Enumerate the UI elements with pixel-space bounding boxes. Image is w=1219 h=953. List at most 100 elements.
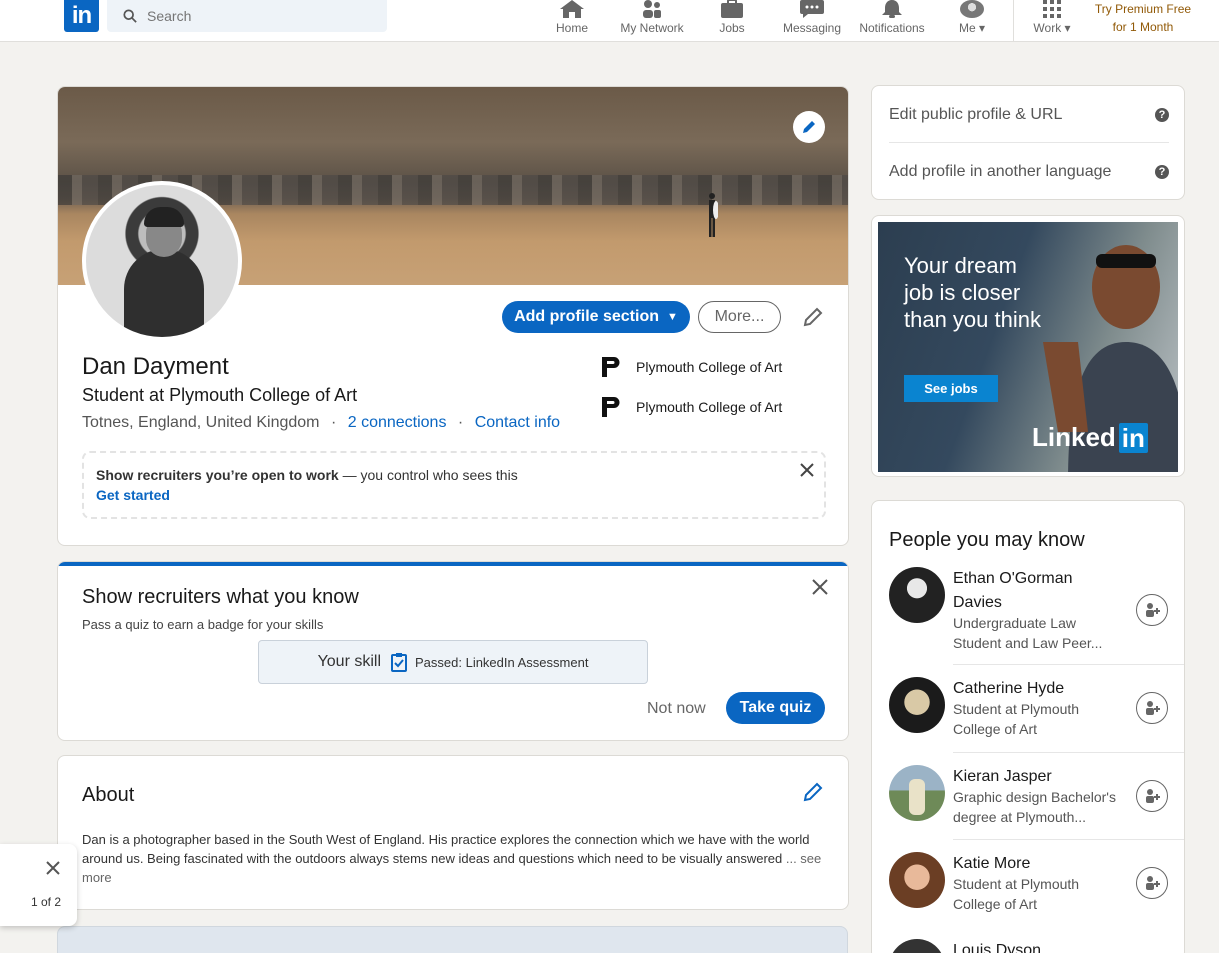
nav-home[interactable]: Home: [552, 0, 592, 42]
nav-messaging[interactable]: Messaging: [780, 0, 844, 42]
school-name: Plymouth College of Art: [636, 359, 782, 375]
about-title: About: [82, 784, 134, 807]
take-quiz-button[interactable]: Take quiz: [726, 692, 825, 724]
more-label: More...: [715, 308, 765, 326]
list-item[interactable]: Katie More Student at Plymouth College o…: [889, 852, 1185, 912]
pencil-icon[interactable]: [802, 781, 824, 803]
nav-my-network[interactable]: My Network: [616, 0, 688, 42]
card-accent-bar: [58, 562, 848, 566]
person-name[interactable]: Katie More: [953, 852, 1123, 876]
linkedin-brand-logo: Linkedin: [1032, 422, 1148, 453]
add-person-icon: [1144, 875, 1160, 891]
close-icon[interactable]: [800, 463, 814, 477]
search-bar[interactable]: [107, 0, 387, 32]
not-now-button[interactable]: Not now: [647, 700, 706, 718]
divider: [889, 142, 1169, 143]
global-nav: in Home My Network Jobs Messaging Notifi…: [0, 0, 1219, 42]
photo-hat: [144, 207, 184, 227]
grid-icon: [1042, 0, 1062, 18]
separator: ·: [331, 414, 336, 431]
add-person-icon: [1144, 700, 1160, 716]
profile-location-line: Totnes, England, United Kingdom · 2 conn…: [82, 414, 560, 432]
profile-settings-card: Edit public profile & URL ? Add profile …: [871, 85, 1185, 200]
briefcase-icon: [720, 0, 744, 18]
list-item[interactable]: Kieran Jasper Graphic design Bachelor's …: [889, 765, 1185, 825]
education-item[interactable]: Plymouth College of Art: [600, 395, 782, 419]
separator: ·: [458, 414, 463, 431]
ad-headline: Your dream job is closer than you think: [904, 252, 1044, 333]
person-headline: Student at Plymouth College of Art: [953, 699, 1123, 739]
nav-me-label: Me ▾: [959, 21, 985, 35]
nav-me[interactable]: Me ▾: [952, 0, 992, 42]
list-item[interactable]: Ethan O'Gorman Davies Undergraduate Law …: [889, 567, 1185, 663]
person-name[interactable]: Kieran Jasper: [953, 765, 1123, 789]
nav-work[interactable]: Work ▾: [1027, 0, 1077, 42]
profile-headline: Student at Plymouth College of Art: [82, 385, 357, 406]
passed-label: Passed: LinkedIn Assessment: [415, 655, 588, 670]
school-name: Plymouth College of Art: [636, 399, 782, 415]
contact-info-link[interactable]: Contact info: [475, 414, 560, 431]
connect-button[interactable]: [1136, 692, 1168, 724]
pencil-icon[interactable]: [802, 306, 824, 328]
education-item[interactable]: Plymouth College of Art: [600, 355, 782, 379]
edit-public-profile-label: Edit public profile & URL: [889, 106, 1062, 124]
caret-down-icon: ▼: [667, 311, 678, 323]
get-started-link[interactable]: Get started: [96, 487, 812, 503]
close-icon[interactable]: [46, 861, 60, 875]
add-profile-section-button[interactable]: Add profile section ▼: [502, 301, 690, 333]
premium-line-1: Try Premium Free: [1090, 0, 1196, 18]
connect-button[interactable]: [1136, 867, 1168, 899]
nav-notifications[interactable]: Notifications: [855, 0, 929, 42]
see-jobs-button[interactable]: See jobs: [904, 375, 998, 402]
add-profile-section-label: Add profile section: [514, 308, 659, 326]
add-language-link[interactable]: Add profile in another language ?: [889, 161, 1169, 183]
list-item[interactable]: Catherine Hyde Student at Plymouth Colle…: [889, 677, 1185, 737]
school-logo-icon: [600, 355, 620, 379]
connect-button[interactable]: [1136, 594, 1168, 626]
pymk-title: People you may know: [889, 529, 1085, 552]
divider: [953, 839, 1185, 840]
surfer-figure: [706, 192, 718, 237]
person-name[interactable]: Catherine Hyde: [953, 677, 1123, 701]
person-name[interactable]: Ethan O'Gorman Davies: [953, 567, 1123, 615]
person-headline: Student at Plymouth College of Art: [953, 874, 1123, 914]
open-to-work-prompt: Show recruiters you’re open to work — yo…: [82, 451, 826, 519]
nav-jobs[interactable]: Jobs: [712, 0, 752, 42]
linkedin-logo[interactable]: in: [64, 0, 99, 32]
network-icon: [640, 0, 664, 18]
premium-line-2: for 1 Month: [1090, 18, 1196, 36]
people-you-may-know-card: People you may know Ethan O'Gorman Davie…: [871, 500, 1185, 953]
profile-photo[interactable]: [82, 181, 242, 341]
ad-banner[interactable]: Your dream job is closer than you think …: [878, 222, 1178, 472]
help-icon[interactable]: ?: [1155, 108, 1169, 122]
try-premium-link[interactable]: Try Premium Free for 1 Month: [1090, 0, 1196, 36]
person-name[interactable]: Louis Dyson: [953, 939, 1123, 953]
photo-body: [124, 249, 204, 341]
connections-link[interactable]: 2 connections: [348, 414, 447, 431]
avatar: [960, 0, 984, 18]
add-language-label: Add profile in another language: [889, 163, 1111, 181]
nav-jobs-label: Jobs: [719, 21, 744, 35]
nav-work-label: Work ▾: [1033, 21, 1070, 35]
search-icon: [123, 9, 137, 23]
help-icon[interactable]: ?: [1155, 165, 1169, 179]
close-icon[interactable]: [811, 578, 829, 596]
list-item[interactable]: Louis Dyson: [889, 939, 1185, 953]
edit-banner-button[interactable]: [793, 111, 825, 143]
edit-public-profile-link[interactable]: Edit public profile & URL ?: [889, 104, 1169, 126]
avatar: [889, 939, 945, 953]
person-headline: Graphic design Bachelor's degree at Plym…: [953, 787, 1123, 827]
person-headline: Undergraduate Law Student and Law Peer..…: [953, 613, 1123, 653]
avatar: [889, 765, 945, 821]
skills-title: Show recruiters what you know: [82, 586, 359, 609]
profile-location: Totnes, England, United Kingdom: [82, 414, 319, 431]
profile-name: Dan Dayment: [82, 353, 229, 381]
toast-count: 1 of 2: [31, 895, 61, 909]
connect-button[interactable]: [1136, 780, 1168, 812]
skills-subtitle: Pass a quiz to earn a badge for your ski…: [82, 617, 323, 632]
search-input[interactable]: [147, 8, 367, 24]
skills-card: Show recruiters what you know Pass a qui…: [57, 561, 849, 741]
more-button[interactable]: More...: [698, 301, 781, 333]
message-icon: [800, 0, 824, 18]
bell-icon: [880, 0, 904, 18]
